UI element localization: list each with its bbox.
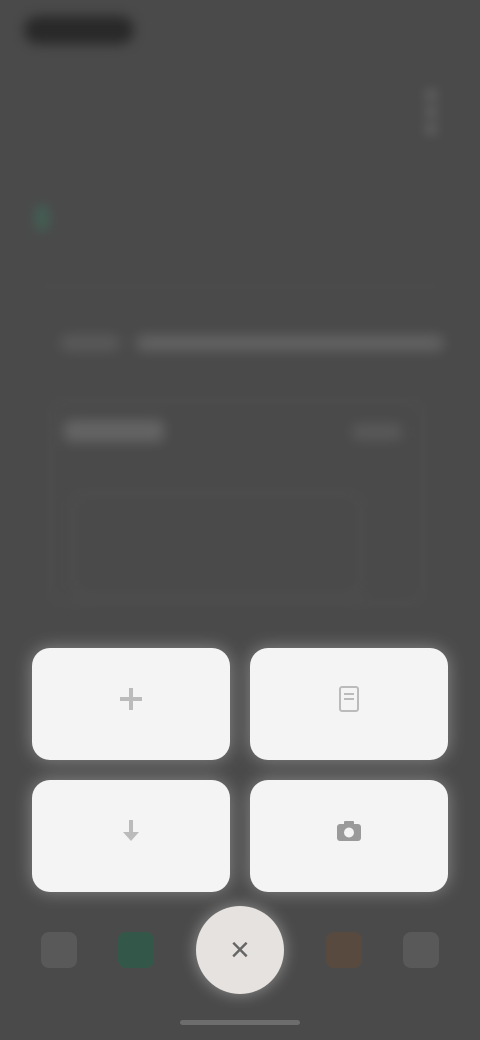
background-title: [36, 150, 296, 178]
bottom-navigation: ×: [0, 900, 480, 1000]
background-list-row: [36, 196, 444, 287]
download-icon: [123, 820, 139, 841]
background-card-inner: [72, 492, 362, 596]
status-bar: [24, 10, 456, 50]
quick-action-grid: [32, 648, 448, 892]
background-card-meta: [352, 424, 402, 440]
background-row-icon: [36, 206, 48, 230]
background-strip: [60, 326, 444, 360]
nav-item-1[interactable]: [40, 932, 77, 968]
quick-action-tile-2[interactable]: [250, 648, 448, 760]
close-menu-button[interactable]: ×: [195, 906, 284, 994]
camera-icon: [337, 821, 361, 841]
background-card-header: [64, 420, 164, 442]
more-options-icon: [422, 92, 440, 132]
nav-item-4[interactable]: [325, 932, 362, 968]
quick-action-tile-4[interactable]: [250, 780, 448, 892]
status-pill: [24, 16, 134, 44]
nav-item-5[interactable]: [403, 932, 440, 968]
nav-item-2[interactable]: [118, 932, 155, 968]
home-indicator: [0, 1020, 480, 1040]
quick-action-tile-1[interactable]: [32, 648, 230, 760]
quick-action-tile-3[interactable]: [32, 780, 230, 892]
document-icon: [339, 686, 359, 712]
close-icon: ×: [230, 930, 250, 969]
plus-icon: [120, 688, 142, 710]
background-card: [50, 400, 424, 604]
